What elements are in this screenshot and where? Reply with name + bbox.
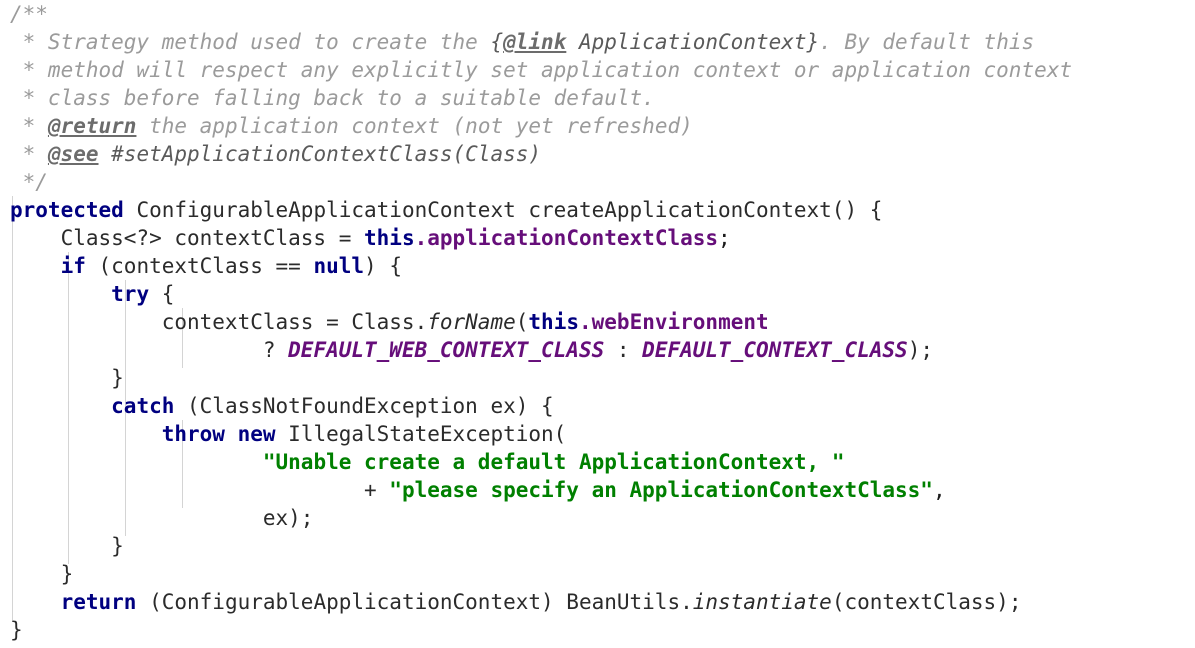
code-token-plain: (ConfigurableApplicationContext) BeanUti… <box>136 590 693 614</box>
code-line[interactable]: Class<?> contextClass = this.application… <box>10 224 731 252</box>
code-line[interactable]: if (contextClass == null) { <box>10 252 402 280</box>
code-token-keyword: this <box>528 310 579 334</box>
code-token-plain: IllegalStateException( <box>275 422 567 446</box>
code-token-field: webEnvironment <box>591 310 769 334</box>
code-token-string: "please specify an ApplicationContextCla… <box>389 478 933 502</box>
code-token-punct: ; <box>718 226 731 250</box>
code-token-docref: ApplicationContext} <box>566 30 820 54</box>
code-token-docref: { <box>490 30 504 54</box>
code-token-keyword: throw <box>161 422 225 446</box>
code-token-plain: ConfigurableApplicationContext createApp… <box>123 198 883 222</box>
code-line[interactable]: + "please specify an ApplicationContextC… <box>10 476 946 504</box>
code-line[interactable]: } <box>10 560 74 588</box>
code-token-plain: : <box>604 338 643 362</box>
code-line[interactable]: } <box>10 532 124 560</box>
code-token-doctag: @see <box>47 142 99 166</box>
code-token-plain: Class<?> contextClass = <box>10 226 365 250</box>
code-line[interactable]: * method will respect any explicitly set… <box>10 56 1072 84</box>
code-line[interactable]: * @see #setApplicationContextClass(Class… <box>10 140 541 168</box>
code-token-plain: ); <box>907 338 933 362</box>
code-token-static: DEFAULT_CONTEXT_CLASS <box>642 338 908 362</box>
code-token-comment: * <box>10 142 48 166</box>
code-token-keyword: try <box>111 282 150 306</box>
code-token-plain: (contextClass); <box>831 590 1022 614</box>
code-token-keyword: protected <box>10 198 124 222</box>
code-token-plain: ? <box>10 338 289 362</box>
code-line[interactable]: try { <box>10 280 174 308</box>
code-token-plain: + <box>10 478 390 502</box>
code-line[interactable]: "Unable create a default ApplicationCont… <box>10 448 845 476</box>
code-token-keyword: return <box>60 590 137 614</box>
code-line[interactable]: * Strategy method used to create the {@l… <box>10 28 1034 56</box>
code-token-static: DEFAULT_WEB_CONTEXT_CLASS <box>288 338 605 362</box>
code-token-plain: { <box>149 282 175 306</box>
code-token-comment: * method will respect any explicitly set… <box>10 58 1073 82</box>
code-token-plain: } <box>10 534 124 558</box>
code-token-keyword: null <box>313 254 365 278</box>
code-token-comment: * Strategy method used to create the <box>10 30 491 54</box>
code-token-comment: * <box>10 114 48 138</box>
code-token-plain: } <box>10 562 74 586</box>
code-token-comment: the application context (not yet refresh… <box>136 114 693 138</box>
code-token-comment: * class before falling back to a suitabl… <box>10 86 655 110</box>
code-token-method: instantiate <box>692 590 832 614</box>
code-token-field: . <box>578 310 592 334</box>
code-line[interactable]: } <box>10 364 124 392</box>
code-token-plain: (contextClass == <box>85 254 314 278</box>
code-token-doctag: @return <box>47 114 137 138</box>
code-token-string: "Unable create a default ApplicationCont… <box>262 450 845 474</box>
code-line[interactable]: } <box>10 616 23 644</box>
code-token-comment: */ <box>10 170 48 194</box>
code-line[interactable]: protected ConfigurableApplicationContext… <box>10 196 882 224</box>
code-token-plain: ( <box>515 310 529 334</box>
code-token-plain: } <box>10 618 23 642</box>
code-line[interactable]: contextClass = Class.forName(this.webEnv… <box>10 308 769 336</box>
code-token-field: applicationContextClass <box>427 226 719 250</box>
code-editor[interactable]: /** * Strategy method used to create the… <box>0 0 1195 648</box>
code-token-comment: /** <box>10 2 48 26</box>
code-token-comment: . By default this <box>819 30 1035 54</box>
code-token-plain: ex); <box>10 506 314 530</box>
code-token-plain: } <box>10 366 124 390</box>
code-token-plain: ) { <box>364 254 402 278</box>
code-token-method: forName <box>427 310 516 334</box>
code-line[interactable]: * @return the application context (not y… <box>10 112 693 140</box>
code-token-doctag: @link <box>503 30 567 54</box>
code-line[interactable]: * class before falling back to a suitabl… <box>10 84 655 112</box>
code-line[interactable]: ex); <box>10 504 314 532</box>
code-line[interactable]: catch (ClassNotFoundException ex) { <box>10 392 554 420</box>
code-line[interactable]: /** <box>10 0 48 28</box>
code-line[interactable]: */ <box>10 168 48 196</box>
code-token-keyword: new <box>237 422 276 446</box>
code-text-area[interactable]: /** * Strategy method used to create the… <box>0 0 1195 648</box>
code-token-keyword: if <box>60 254 86 278</box>
code-line[interactable]: return (ConfigurableApplicationContext) … <box>10 588 1022 616</box>
code-token-keyword: catch <box>111 394 175 418</box>
code-line[interactable]: ? DEFAULT_WEB_CONTEXT_CLASS : DEFAULT_CO… <box>10 336 933 364</box>
code-line[interactable]: throw new IllegalStateException( <box>10 420 567 448</box>
code-token-plain: (ClassNotFoundException ex) { <box>174 394 554 418</box>
code-token-plain: contextClass = Class. <box>10 310 428 334</box>
code-token-keyword: this <box>364 226 415 250</box>
code-token-punct: , <box>932 478 946 502</box>
code-token-docref: #setApplicationContextClass(Class) <box>98 142 542 166</box>
code-token-field: . <box>414 226 428 250</box>
